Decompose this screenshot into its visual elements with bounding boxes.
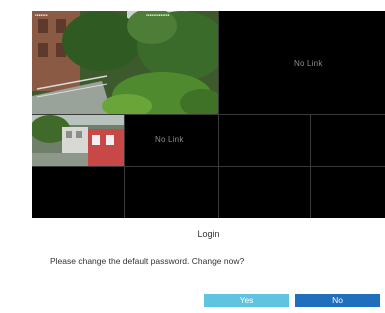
dialog-message: Please change the default password. Chan… <box>50 256 245 266</box>
grid-divider <box>32 166 385 167</box>
screen: ▪▪▪▪▪▪▪ ▪▪▪▪▪▪▪▪▪▪▪▪▪ No Link No Link Lo… <box>0 0 385 313</box>
grid-divider <box>32 114 385 115</box>
camera-tile-9[interactable] <box>219 167 310 218</box>
camera-tile-7[interactable] <box>32 167 124 218</box>
camera-osd-timestamp: ▪▪▪▪▪▪▪▪▪▪▪▪▪ <box>146 13 170 17</box>
camera-feed-garden <box>32 11 218 114</box>
camera-tile-6[interactable] <box>311 115 385 166</box>
camera-tile-8[interactable] <box>125 167 218 218</box>
video-wall: ▪▪▪▪▪▪▪ ▪▪▪▪▪▪▪▪▪▪▪▪▪ No Link No Link <box>32 11 385 218</box>
camera-tile-1[interactable]: ▪▪▪▪▪▪▪ ▪▪▪▪▪▪▪▪▪▪▪▪▪ <box>32 11 218 114</box>
camera-tile-4[interactable]: No Link <box>125 115 218 166</box>
camera-tile-10[interactable] <box>311 167 385 218</box>
dialog-title: Login <box>197 229 220 239</box>
no-link-label: No Link <box>155 135 184 144</box>
yes-button[interactable]: Yes <box>204 294 289 307</box>
no-button[interactable]: No <box>295 294 380 307</box>
login-dialog: Login Please change the default password… <box>32 220 385 313</box>
camera-tile-2[interactable]: No Link <box>219 11 385 114</box>
camera-osd-left: ▪▪▪▪▪▪▪ <box>35 13 48 17</box>
no-link-label: No Link <box>294 59 323 68</box>
camera-tile-5[interactable] <box>219 115 310 166</box>
camera-tile-3[interactable] <box>32 115 124 166</box>
camera-feed-building <box>32 115 124 166</box>
